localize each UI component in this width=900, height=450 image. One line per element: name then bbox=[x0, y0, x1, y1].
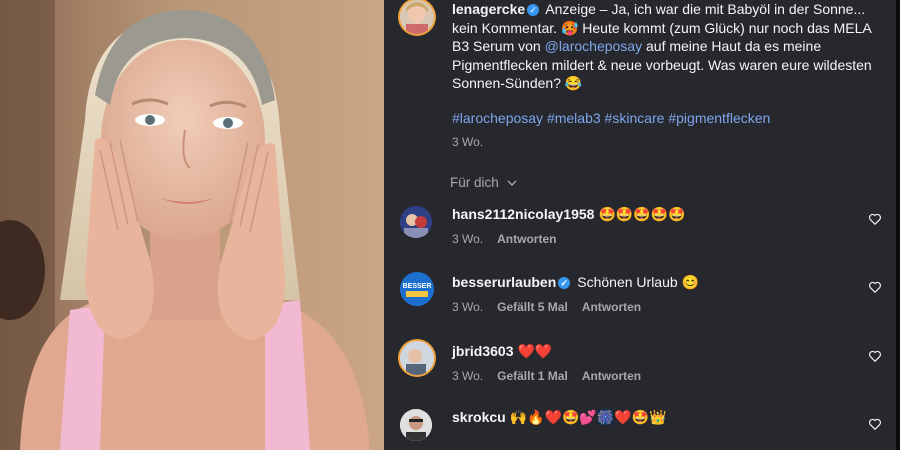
reply-button[interactable]: Antworten bbox=[497, 232, 556, 246]
comment-likes[interactable]: Gefällt 5 Mal bbox=[497, 300, 568, 314]
commenter-username[interactable]: hans2112nicolay1958 bbox=[452, 206, 594, 222]
chevron-down-icon bbox=[507, 180, 517, 186]
commenter-avatar[interactable] bbox=[400, 409, 432, 441]
comment-item: hans2112nicolay1958 🤩🤩🤩🤩🤩 3 Wo. Antworten bbox=[384, 206, 900, 266]
post-media[interactable] bbox=[0, 0, 384, 450]
reply-button[interactable]: Antworten bbox=[582, 369, 641, 383]
post-photo bbox=[0, 0, 384, 450]
comment-time[interactable]: 3 Wo. bbox=[452, 300, 483, 314]
heart-outline-icon[interactable] bbox=[868, 212, 882, 226]
comment-text: 🙌🔥❤️🤩💕🎆❤️🤩👑 bbox=[509, 409, 667, 425]
heart-outline-icon[interactable] bbox=[868, 349, 882, 363]
caption-hashtags[interactable]: #larocheposay #melab3 #skincare #pigment… bbox=[452, 110, 770, 126]
post-timestamp[interactable]: 3 Wo. bbox=[452, 135, 483, 149]
reply-button[interactable]: Antworten bbox=[582, 300, 641, 314]
panel-scrollbar-edge bbox=[896, 0, 900, 450]
commenter-avatar[interactable]: BESSER bbox=[400, 272, 434, 306]
svg-text:BESSER: BESSER bbox=[403, 283, 432, 290]
commenter-avatar-photo bbox=[400, 409, 432, 441]
sort-label: Für dich bbox=[450, 175, 499, 190]
commenter-avatar-logo: BESSER bbox=[400, 272, 434, 306]
verified-badge-icon: ✓ bbox=[558, 277, 571, 289]
commenter-avatar[interactable] bbox=[400, 206, 432, 238]
caption-mention-link[interactable]: @larocheposay bbox=[545, 38, 643, 54]
comment-text: 🤩🤩🤩🤩🤩 bbox=[598, 206, 686, 222]
author-avatar-photo bbox=[400, 0, 434, 34]
comment-item: jbrid3603 ❤️❤️ 3 Wo. Gefällt 1 Mal Antworte… bbox=[384, 341, 900, 403]
post-caption: lenagercke ✓ Anzeige – Ja, ich war die mi… bbox=[452, 0, 882, 93]
commenter-avatar-photo bbox=[400, 206, 432, 238]
commenter-username[interactable]: besserurlauben bbox=[452, 274, 556, 290]
author-avatar[interactable] bbox=[400, 0, 434, 34]
heart-outline-icon[interactable] bbox=[868, 280, 882, 294]
comments-panel: lenagercke ✓ Anzeige – Ja, ich war die mi… bbox=[384, 0, 900, 450]
heart-outline-icon[interactable] bbox=[868, 417, 882, 431]
comment-text: Schönen Urlaub 😊 bbox=[577, 274, 699, 290]
author-username[interactable]: lenagercke bbox=[452, 1, 525, 17]
commenter-avatar-photo bbox=[400, 341, 434, 375]
comment-item: skrokcu 🙌🔥❤️🤩💕🎆❤️🤩👑 bbox=[384, 409, 900, 450]
comment-item: BESSER besserurlauben ✓ Schönen Urlaub 😊 3… bbox=[384, 272, 900, 334]
comment-sort-dropdown[interactable]: Für dich bbox=[450, 175, 517, 190]
commenter-username[interactable]: skrokcu bbox=[452, 409, 506, 425]
commenter-username[interactable]: jbrid3603 bbox=[452, 343, 513, 359]
comment-time[interactable]: 3 Wo. bbox=[452, 232, 483, 246]
comment-likes[interactable]: Gefällt 1 Mal bbox=[497, 369, 568, 383]
comment-text: ❤️❤️ bbox=[517, 343, 553, 359]
commenter-avatar[interactable] bbox=[400, 341, 434, 375]
comment-time[interactable]: 3 Wo. bbox=[452, 369, 483, 383]
verified-badge-icon: ✓ bbox=[527, 4, 540, 16]
